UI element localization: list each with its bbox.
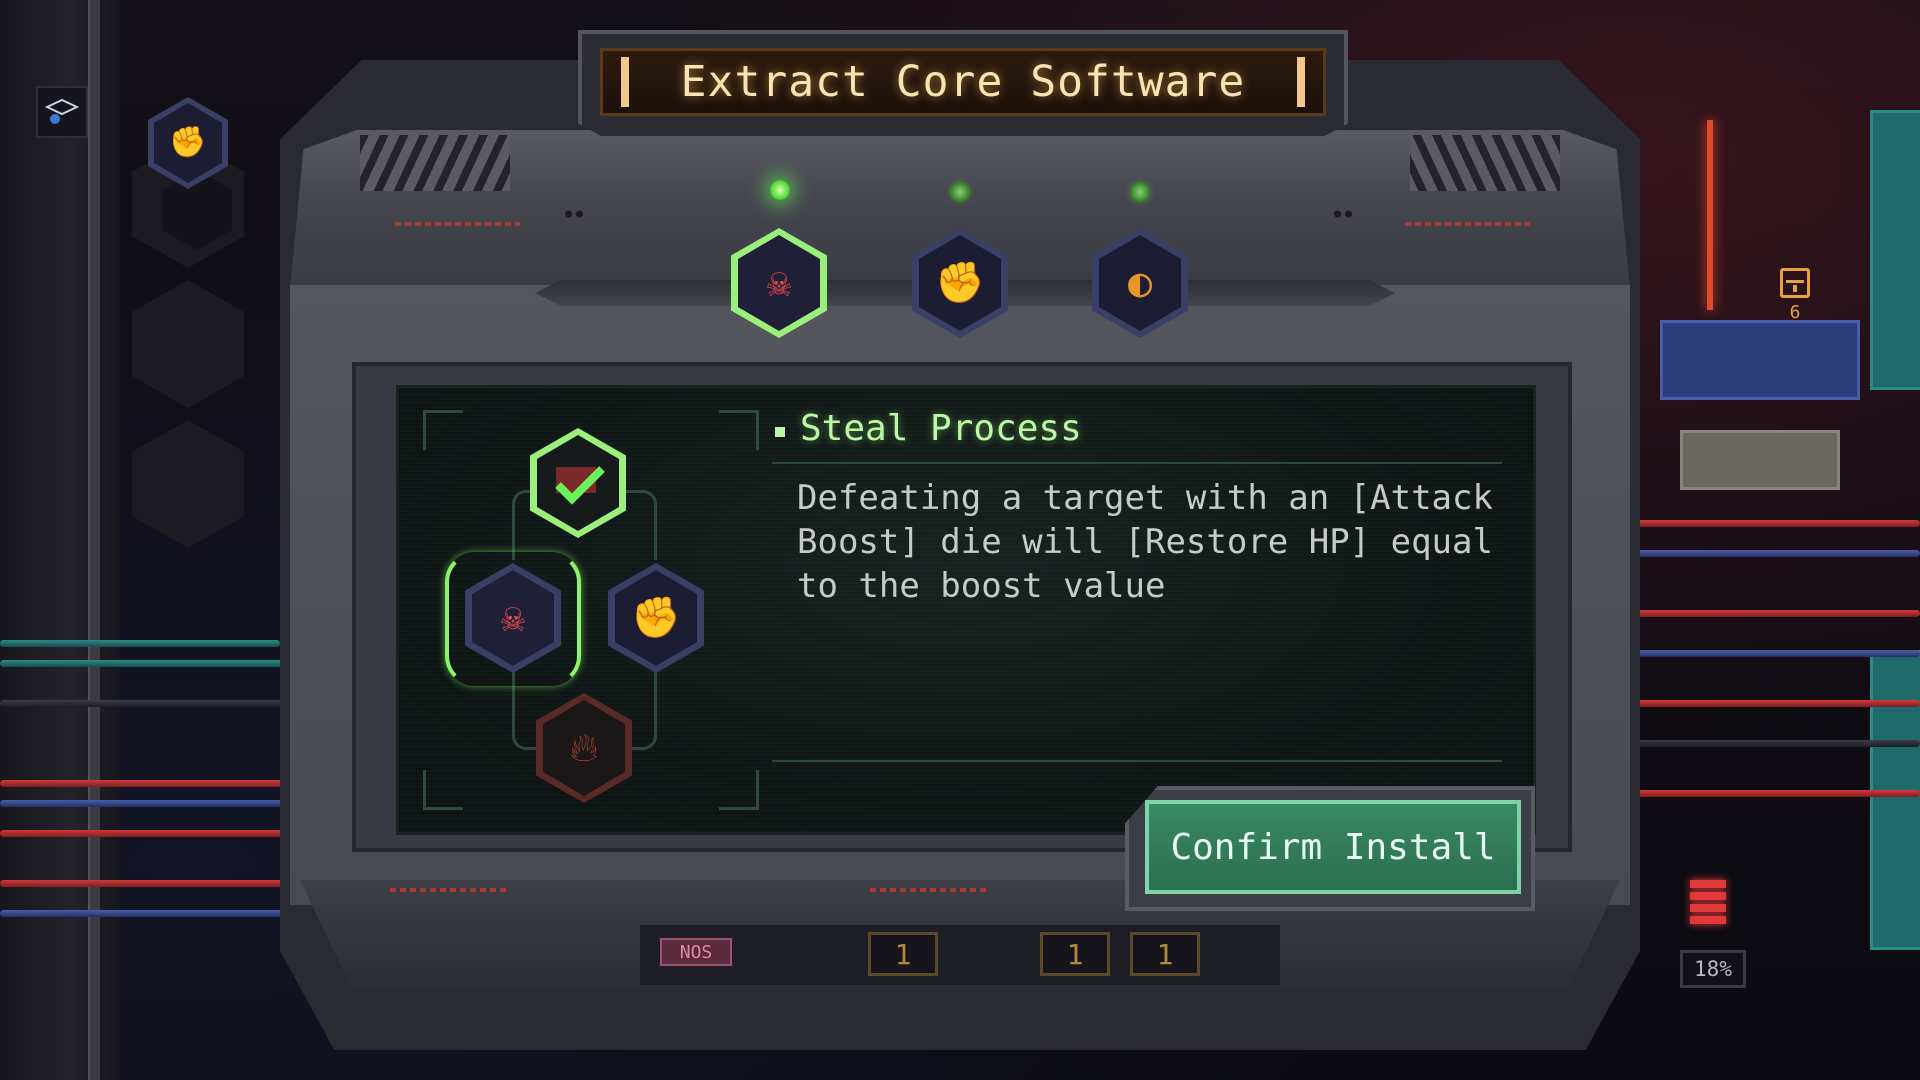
- flame-icon: 🔥︎: [569, 725, 599, 771]
- right-rack: [1620, 90, 1920, 1030]
- hat-icon[interactable]: [36, 86, 88, 138]
- heat-bars: [1690, 880, 1726, 940]
- die-chip: 1: [1130, 932, 1200, 976]
- right-vent: [1410, 135, 1560, 191]
- bullet-icon: [775, 427, 785, 437]
- chip-icon: [1780, 268, 1810, 298]
- die-chip: 1: [1040, 932, 1110, 976]
- check-icon: [555, 466, 605, 505]
- percent-readout: 18%: [1680, 950, 1746, 988]
- skill-name: Steal Process: [800, 408, 1082, 449]
- item-counter: 6: [1770, 268, 1820, 338]
- divider: [772, 760, 1502, 762]
- fist-icon: ✊: [935, 260, 985, 306]
- die-chip: 1: [868, 932, 938, 976]
- slot-indicator-light: [1130, 182, 1150, 202]
- slot-indicator-light: [950, 182, 970, 202]
- nos-badge: NOS: [660, 938, 732, 966]
- confirm-install-button[interactable]: Confirm Install: [1145, 800, 1521, 894]
- brass-knuckles-icon: ☠: [766, 260, 792, 306]
- left-rack: [0, 0, 120, 1080]
- mask-icon: ◐: [1127, 260, 1153, 306]
- left-vent: [360, 135, 510, 191]
- skill-description: Defeating a target with an [Attack Boost…: [797, 478, 1493, 606]
- window-title: Extract Core Software: [680, 57, 1246, 107]
- divider: [772, 462, 1502, 464]
- fist-icon: ✊: [169, 125, 207, 160]
- slot-indicator-light: [770, 180, 790, 200]
- fist-icon: ✊: [631, 595, 681, 641]
- brass-knuckles-icon: ☠: [500, 595, 526, 641]
